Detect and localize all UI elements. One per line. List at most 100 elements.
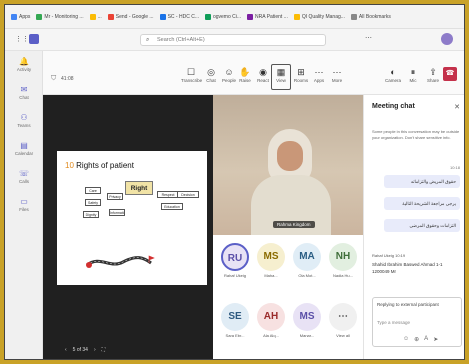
message-input[interactable]: Type a message — [377, 320, 410, 325]
avatar[interactable] — [441, 33, 453, 45]
bookmark-label: ... — [97, 13, 102, 20]
bookmark-label: Mr - Monitoring ... — [44, 13, 84, 20]
toolbar-button[interactable]: ◉ React — [253, 67, 273, 83]
toolbar-icon: ◐ — [390, 67, 396, 77]
bookmark-item[interactable]: QI Quality Manag... — [293, 13, 345, 20]
participant-avatar[interactable]: MS — [257, 243, 285, 271]
toolbar-button[interactable]: ☐ Transcribe — [181, 67, 203, 83]
bookmark-icon — [204, 13, 211, 20]
leave-button[interactable]: ☎ — [443, 67, 457, 81]
toolbar-icon: ⇪ — [429, 67, 437, 77]
slide-box: Dignity — [83, 211, 99, 218]
toolbar-button[interactable]: ⏸ Mic — [403, 67, 423, 83]
app-rail: 🔔 Activity ✉ Chat ⚇ Teams ▤ Calendar ☏ Calls ▭ File… — [5, 51, 43, 359]
participant-avatar[interactable]: ⋯ — [329, 303, 357, 331]
participant-avatar[interactable]: AH — [257, 303, 285, 331]
emoji-icon[interactable]: ☺ — [403, 336, 409, 343]
bookmark-icon — [36, 13, 43, 20]
toolbar-icon: ☐ — [186, 67, 196, 77]
participant-avatar[interactable]: MA — [293, 243, 321, 271]
chat-external-note: Some people in this conversation may be … — [372, 129, 460, 140]
rail-item[interactable]: ☏ Calls — [10, 169, 38, 184]
shared-slide: 10 Rights of patient Right Care Safety Pri… — [57, 151, 207, 285]
attach-icon[interactable]: ⊕ — [414, 336, 419, 343]
bookmark-icon — [247, 13, 254, 20]
toolbar-button[interactable]: ⇪ Share — [423, 67, 443, 83]
participant-avatar[interactable]: RU — [221, 243, 249, 271]
rail-label: Calls — [18, 179, 29, 184]
send-icon[interactable]: ➤ — [433, 336, 438, 343]
bookmark-item[interactable]: ogvemo Ci... — [204, 13, 242, 20]
bookmark-label: ogvemo Ci... — [212, 13, 242, 20]
slide-box: Privacy — [107, 193, 123, 200]
search-input[interactable]: ⌕ Search (Ctrl+Alt+E) — [140, 34, 326, 46]
participant-name: View all — [336, 333, 350, 338]
rail-icon: ⚇ — [20, 113, 28, 122]
toolbar-button[interactable]: ◐ Camera — [383, 67, 403, 83]
rail-item[interactable]: ▤ Calendar — [10, 141, 38, 156]
toolbar-button[interactable]: ⋯ Apps — [309, 67, 329, 83]
bookmark-label: All Bookmarks — [358, 13, 391, 20]
rail-item[interactable]: ⚇ Teams — [10, 113, 38, 128]
toolbar-button[interactable]: ▦ View — [271, 64, 291, 90]
toolbar-icon: ⋯ — [314, 67, 324, 77]
slide-center-box: Right — [125, 181, 153, 195]
format-icon[interactable]: A — [424, 336, 428, 343]
grid-icon[interactable]: ⋮⋮ — [15, 35, 29, 43]
slide-box: Safety — [85, 199, 101, 206]
participant-name: Rahaf Ukeig — [223, 273, 246, 278]
slide-number: 10 — [65, 161, 74, 170]
rail-item[interactable]: ✉ Chat — [10, 85, 38, 100]
slide-title: 10 Rights of patient — [65, 161, 134, 170]
slide-box: Information — [109, 209, 125, 216]
rail-label: Calendar — [14, 151, 34, 156]
participant-name: Manar... — [299, 333, 315, 338]
compose-box[interactable]: Replying to external participant Type a … — [372, 297, 462, 347]
toolbar-label: Mic — [409, 78, 417, 83]
bookmark-item[interactable]: SC - HDC C... — [159, 13, 199, 20]
teams-window: Apps Mr - Monitoring ...... Send - Google … — [4, 4, 465, 360]
share-next-button[interactable]: › — [94, 347, 96, 353]
bookmark-item[interactable]: All Bookmarks — [350, 13, 391, 20]
toolbar-icon: ◎ — [207, 67, 215, 77]
toolbar-label: Chat — [206, 78, 216, 83]
message-text: Shahid Ibrahim Baswed Ahmad 1-1 1200049 … — [372, 262, 443, 274]
toolbar-label: View — [276, 78, 286, 83]
participant-name: Sara Ebr... — [225, 333, 245, 338]
participant-avatar[interactable]: SE — [221, 303, 249, 331]
rail-icon: ✉ — [20, 85, 28, 94]
road-icon — [86, 255, 155, 268]
toolbar-icon: ⏸ — [410, 67, 416, 77]
bookmark-item[interactable]: NRA Patient ... — [247, 13, 288, 20]
bookmark-item[interactable]: Apps — [11, 13, 30, 20]
share-prev-button[interactable]: ‹ — [65, 347, 67, 353]
more-options-icon[interactable]: ⋯ — [365, 34, 372, 42]
reply-to-label: Replying to external participant — [377, 302, 439, 307]
bookmark-label: SC - HDC C... — [167, 13, 199, 20]
meeting-stage: 10 Rights of patient Right Care Safety Pri… — [43, 95, 363, 359]
participant-avatar[interactable]: NH — [329, 243, 357, 271]
rail-item[interactable]: ▭ Files — [10, 197, 38, 212]
toolbar-button[interactable]: ⊞ Rooms — [291, 67, 311, 83]
toolbar-button[interactable]: ◎ Chat — [201, 67, 221, 83]
rail-label: Activity — [16, 67, 32, 72]
toolbar-button[interactable]: ✋ Raise — [235, 67, 255, 83]
toolbar-button[interactable]: ⋯ More — [327, 67, 347, 83]
toolbar-label: Transcribe — [181, 78, 203, 83]
toolbar-label: Camera — [384, 78, 401, 83]
bookmark-item[interactable]: Send - Google ... — [107, 13, 154, 20]
bookmark-item[interactable]: ... — [89, 13, 102, 20]
chat-bubble: يرجى مراجعة الشريحة التالية — [384, 197, 460, 210]
close-icon[interactable]: ✕ — [454, 103, 460, 111]
bookmark-item[interactable]: Mr - Monitoring ... — [36, 13, 84, 20]
search-placeholder: Search (Ctrl+Alt+E) — [157, 37, 205, 43]
meeting-timer: 41:08 — [61, 76, 74, 82]
participant-avatar[interactable]: MS — [293, 303, 321, 331]
bookmark-icon — [89, 13, 96, 20]
fullscreen-icon[interactable]: ⛶ — [102, 347, 106, 353]
rail-icon: ▭ — [20, 197, 28, 206]
rail-item[interactable]: 🔔 Activity — [10, 57, 38, 72]
toolbar-icon: ▦ — [276, 67, 286, 77]
toolbar-icon: ✋ — [239, 67, 251, 77]
toolbar-label: More — [331, 78, 343, 83]
